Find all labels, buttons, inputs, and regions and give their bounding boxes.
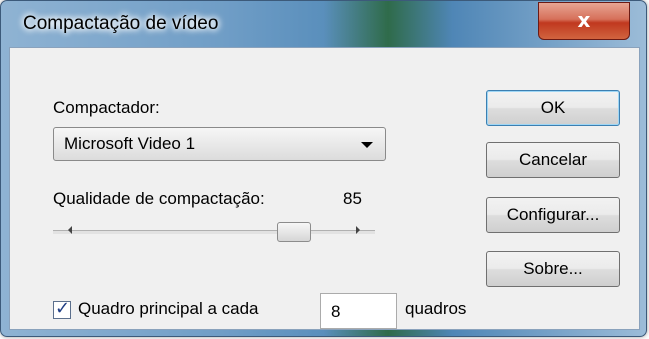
configure-button[interactable]: Configurar... (486, 197, 620, 233)
compressor-dropdown[interactable]: Microsoft Video 1 (53, 127, 386, 161)
window-title: Compactação de vídeo (23, 13, 219, 34)
dialog-window: Compactação de vídeo x Compactador: Micr… (0, 0, 647, 337)
keyframe-interval-value: 8 (331, 302, 341, 321)
keyframe-interval-input[interactable]: 8 (320, 293, 397, 329)
cancel-button[interactable]: Cancelar (486, 142, 620, 178)
dialog-client-area: Compactador: Microsoft Video 1 Qualidade… (9, 47, 640, 330)
close-icon: x (577, 8, 591, 32)
arrow-left-icon[interactable] (68, 226, 72, 234)
keyframe-label: Quadro principal a cada (78, 299, 259, 318)
chevron-down-icon (361, 142, 373, 148)
compressor-selected-value: Microsoft Video 1 (64, 134, 196, 153)
compressor-label: Compactador: (53, 98, 160, 117)
quality-value: 85 (343, 189, 362, 208)
slider-track (53, 230, 375, 234)
quality-slider[interactable] (53, 217, 375, 245)
slider-thumb[interactable] (276, 222, 311, 242)
close-button[interactable]: x (538, 2, 630, 40)
keyframe-unit-label: quadros (405, 299, 467, 318)
ok-button[interactable]: OK (486, 90, 620, 126)
checkmark-icon: ✓ (55, 298, 71, 319)
title-bar[interactable]: Compactação de vídeo x (1, 1, 646, 47)
keyframe-checkbox[interactable]: ✓ (53, 298, 71, 319)
about-button[interactable]: Sobre... (486, 251, 620, 287)
arrow-right-icon[interactable] (356, 226, 360, 234)
quality-label: Qualidade de compactação: (53, 189, 265, 208)
